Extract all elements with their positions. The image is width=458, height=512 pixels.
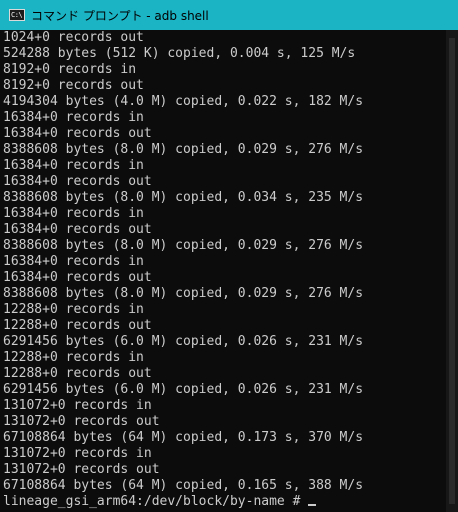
cmd-console-icon[interactable]: C:\: [9, 9, 25, 21]
console-line: 16384+0 records in: [3, 110, 144, 125]
console-line: 16384+0 records in: [3, 254, 144, 269]
cmd-icon-glyph: C:\: [11, 11, 23, 19]
console-line: 6291456 bytes (6.0 M) copied, 0.026 s, 2…: [3, 334, 364, 349]
window-title: コマンド プロンプト - adb shell: [31, 8, 209, 23]
console-line: 16384+0 records out: [3, 126, 152, 141]
console-line: 8388608 bytes (8.0 M) copied, 0.029 s, 2…: [3, 286, 364, 301]
console-line: 12288+0 records in: [3, 350, 144, 365]
console-line: 1024+0 records out: [3, 30, 144, 45]
scrollbar-thumb[interactable]: [449, 38, 455, 504]
prompt-line[interactable]: lineage_gsi_arm64:/dev/block/by-name #: [3, 494, 446, 510]
console-output[interactable]: 1024+0 records out 524288 bytes (512 K) c…: [0, 30, 446, 512]
console-line: 524288 bytes (512 K) copied, 0.004 s, 12…: [3, 46, 356, 61]
console-line: 12288+0 records in: [3, 302, 144, 317]
vertical-scrollbar[interactable]: [446, 30, 458, 512]
console-line: 12288+0 records out: [3, 318, 152, 333]
console-line: 16384+0 records out: [3, 222, 152, 237]
console-line: 8388608 bytes (8.0 M) copied, 0.029 s, 2…: [3, 238, 364, 253]
console-line: 16384+0 records in: [3, 206, 144, 221]
console-line: 131072+0 records in: [3, 398, 152, 413]
console-line: 12288+0 records out: [3, 366, 152, 381]
console-line: 131072+0 records in: [3, 446, 152, 461]
title-bar[interactable]: C:\ コマンド プロンプト - adb shell: [0, 0, 458, 30]
console-line: 16384+0 records out: [3, 174, 152, 189]
console-line: 131072+0 records out: [3, 462, 160, 477]
console-line: 67108864 bytes (64 M) copied, 0.165 s, 3…: [3, 478, 364, 493]
console-line: 4194304 bytes (4.0 M) copied, 0.022 s, 1…: [3, 94, 364, 109]
console-line: 16384+0 records in: [3, 158, 144, 173]
console-line: 16384+0 records out: [3, 270, 152, 285]
shell-prompt: lineage_gsi_arm64:/dev/block/by-name #: [3, 494, 309, 509]
console-line: 67108864 bytes (64 M) copied, 0.173 s, 3…: [3, 430, 364, 445]
console-line: 8388608 bytes (8.0 M) copied, 0.029 s, 2…: [3, 142, 364, 157]
console-line: 8192+0 records out: [3, 78, 144, 93]
text-cursor: [308, 504, 317, 506]
console-window: C:\ コマンド プロンプト - adb shell 1024+0 record…: [0, 0, 458, 512]
console-line: 8192+0 records in: [3, 62, 137, 77]
console-line: 8388608 bytes (8.0 M) copied, 0.034 s, 2…: [3, 190, 364, 205]
console-line: 131072+0 records out: [3, 414, 160, 429]
console-line: 6291456 bytes (6.0 M) copied, 0.026 s, 2…: [3, 382, 364, 397]
